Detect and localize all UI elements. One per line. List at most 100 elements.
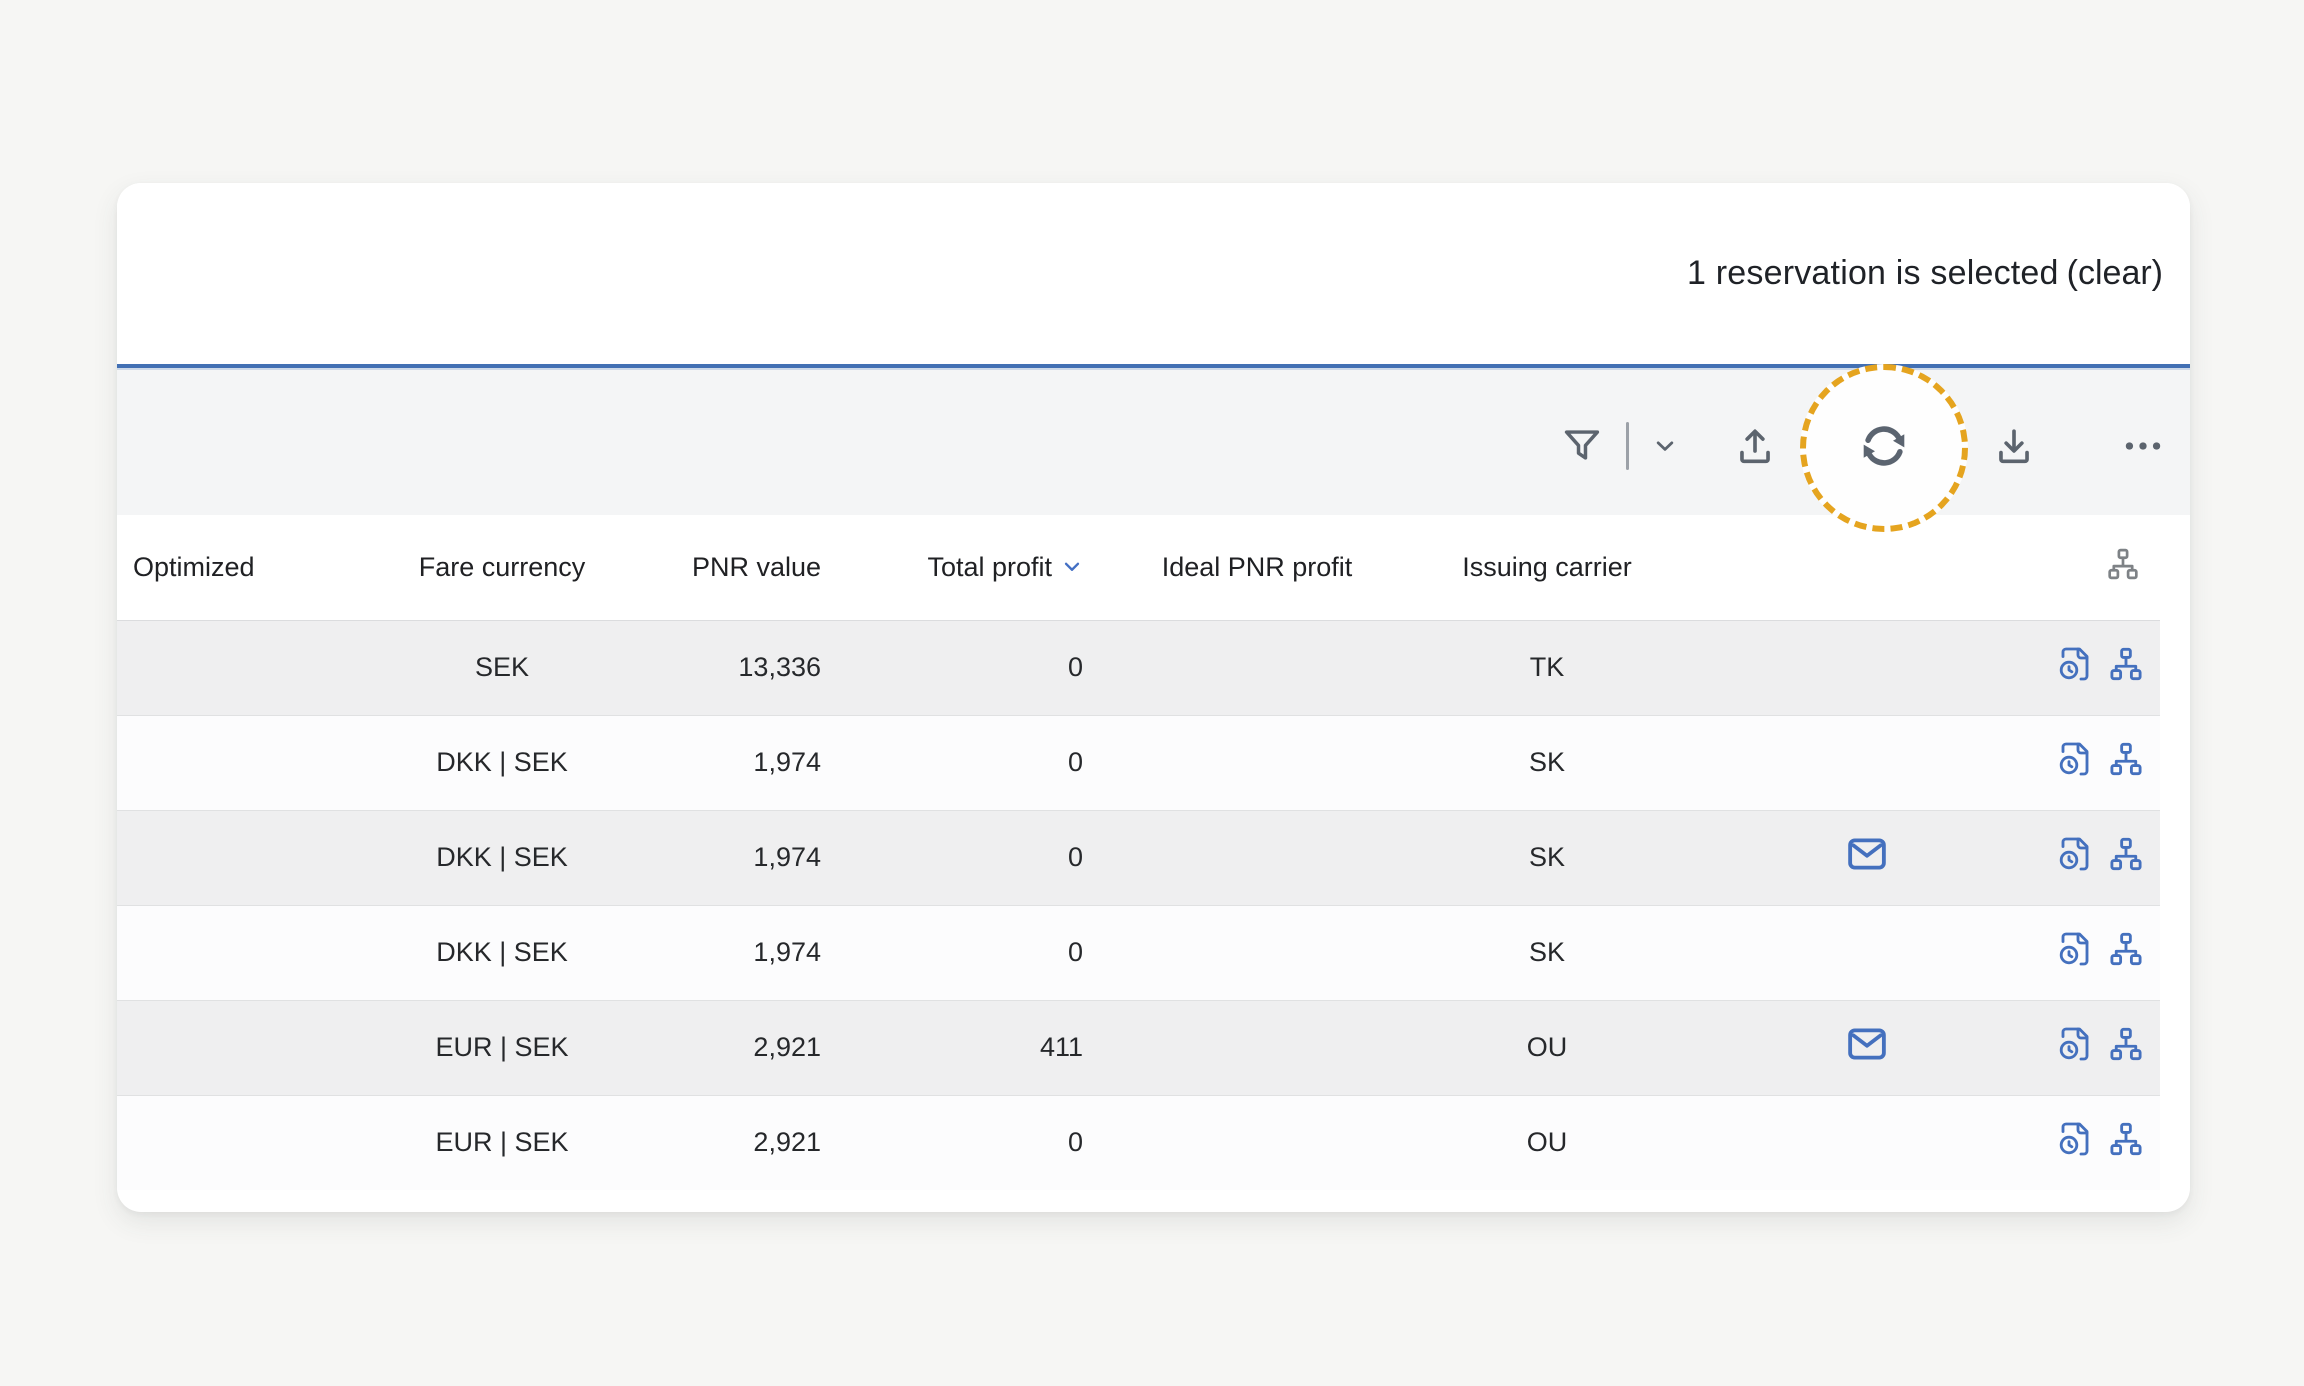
cell-ideal-pnr-profit [1097,715,1417,810]
cell-mail [1677,905,2057,1000]
cell-actions [2057,1095,2160,1190]
column-label: PNR value [692,552,821,582]
cell-issuing-carrier: SK [1417,810,1677,905]
cell-pnr-value: 1,974 [637,905,847,1000]
cell-ideal-pnr-profit [1097,620,1417,715]
cell-optimized [117,905,367,1000]
cell-ideal-pnr-profit [1097,1095,1417,1190]
cell-issuing-carrier: SK [1417,905,1677,1000]
file-history-icon [2057,1121,2093,1160]
column-header-actions [2057,515,2160,620]
refresh-button[interactable] [1856,418,1912,474]
cell-issuing-carrier: TK [1417,620,1677,715]
file-history-icon [2057,741,2093,780]
cell-total-profit: 0 [847,810,1097,905]
hierarchy-icon [2108,931,2144,970]
filter-dropdown-button[interactable] [1647,424,1683,468]
table-row[interactable]: DKK | SEK 1,974 0 SK [117,810,2160,905]
column-label: Fare currency [419,552,586,582]
cell-fare-currency: EUR | SEK [367,1095,637,1190]
column-header-optimized[interactable]: Optimized [117,515,367,620]
file-history-button[interactable] [2057,1026,2093,1065]
cell-ideal-pnr-profit [1097,810,1417,905]
filter-icon [1560,424,1604,468]
cell-total-profit: 0 [847,715,1097,810]
column-header-issuing-carrier[interactable]: Issuing carrier [1417,515,1677,620]
table-body: SEK 13,336 0 TK [117,620,2160,1190]
column-header-total-profit[interactable]: Total profit [847,515,1097,620]
file-history-button[interactable] [2057,646,2093,685]
cell-pnr-value: 2,921 [637,1000,847,1095]
table-row[interactable]: SEK 13,336 0 TK [117,620,2160,715]
clear-selection-link[interactable]: (clear) [2067,254,2163,293]
column-label: Ideal PNR profit [1162,552,1353,582]
cell-pnr-value: 2,921 [637,1095,847,1190]
hierarchy-icon [2108,646,2144,685]
cell-issuing-carrier: SK [1417,715,1677,810]
file-history-button[interactable] [2057,931,2093,970]
mail-icon[interactable] [1844,831,1890,877]
hierarchy-icon [2108,741,2144,780]
cell-pnr-value: 13,336 [637,620,847,715]
mail-icon[interactable] [1844,1021,1890,1067]
file-history-icon [2057,646,2093,685]
cell-total-profit: 0 [847,1095,1097,1190]
filter-button[interactable] [1560,424,1604,468]
cell-mail [1677,1000,2057,1095]
hierarchy-button[interactable] [2108,741,2144,780]
download-icon [1991,423,2037,469]
hierarchy-button[interactable] [2108,646,2144,685]
hierarchy-button[interactable] [2108,1121,2144,1160]
reservations-table: Optimized Fare currency PNR value Total … [117,515,2160,1190]
cell-total-profit: 0 [847,620,1097,715]
file-history-button[interactable] [2057,1121,2093,1160]
cell-optimized [117,1000,367,1095]
cell-optimized [117,810,367,905]
cell-actions [2057,810,2160,905]
more-options-button[interactable] [2121,424,2165,468]
column-label: Issuing carrier [1462,552,1632,582]
hierarchy-icon [2108,836,2144,875]
table-header-row: Optimized Fare currency PNR value Total … [117,515,2160,620]
cell-fare-currency: DKK | SEK [367,715,637,810]
table-row[interactable]: EUR | SEK 2,921 411 OU [117,1000,2160,1095]
more-options-icon [2121,424,2165,468]
cell-optimized [117,715,367,810]
hierarchy-icon [2108,1121,2144,1160]
file-history-icon [2057,1026,2093,1065]
cell-fare-currency: SEK [367,620,637,715]
column-header-ideal-pnr-profit[interactable]: Ideal PNR profit [1097,515,1417,620]
column-header-mail [1677,515,2057,620]
cell-mail [1677,620,2057,715]
column-label: Total profit [927,552,1052,583]
cell-optimized [117,1095,367,1190]
cell-optimized [117,620,367,715]
cell-pnr-value: 1,974 [637,810,847,905]
reservations-panel: 1 reservation is selected (clear) [117,183,2190,1212]
column-header-fare-currency[interactable]: Fare currency [367,515,637,620]
upload-button[interactable] [1733,424,1777,468]
table-row[interactable]: DKK | SEK 1,974 0 SK [117,715,2160,810]
upload-icon [1732,423,1778,469]
column-header-pnr-value[interactable]: PNR value [637,515,847,620]
cell-mail [1677,1095,2057,1190]
sort-desc-chevron-icon [1061,554,1083,585]
cell-ideal-pnr-profit [1097,905,1417,1000]
hierarchy-icon [2106,557,2140,587]
file-history-button[interactable] [2057,836,2093,875]
table-row[interactable]: EUR | SEK 2,921 0 OU [117,1095,2160,1190]
download-button[interactable] [1992,424,2036,468]
hierarchy-button[interactable] [2108,931,2144,970]
cell-actions [2057,1000,2160,1095]
hierarchy-button[interactable] [2108,1026,2144,1065]
file-history-icon [2057,836,2093,875]
selection-status-text: 1 reservation is selected [1687,254,2059,293]
cell-fare-currency: DKK | SEK [367,905,637,1000]
cell-fare-currency: EUR | SEK [367,1000,637,1095]
hierarchy-button[interactable] [2108,836,2144,875]
filter-dropdown-chevron-icon [1648,429,1682,463]
toolbar-divider [1626,422,1629,470]
file-history-button[interactable] [2057,741,2093,780]
table-row[interactable]: DKK | SEK 1,974 0 SK [117,905,2160,1000]
cell-mail [1677,810,2057,905]
